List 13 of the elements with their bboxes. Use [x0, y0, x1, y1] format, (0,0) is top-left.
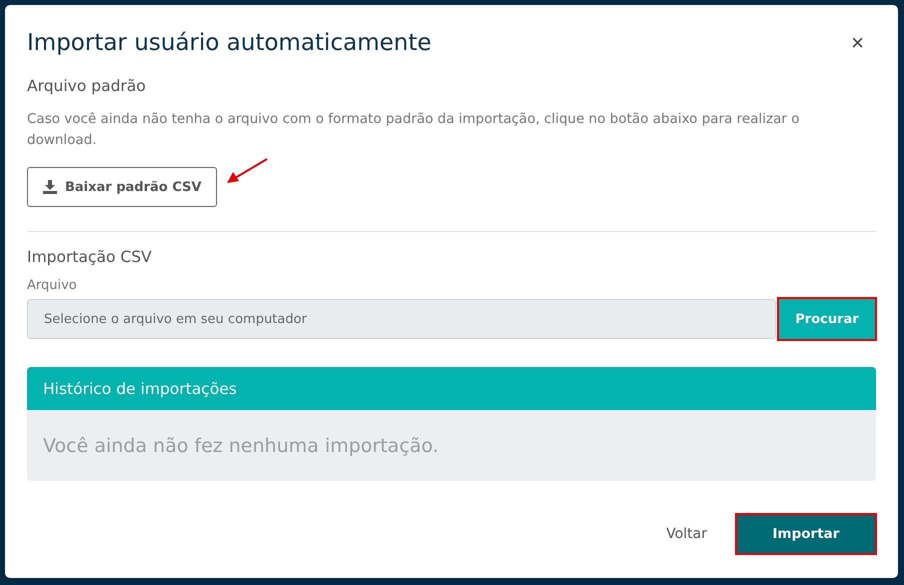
section-heading: Arquivo padrão — [27, 77, 147, 95]
field-label: Arquivo — [27, 278, 78, 293]
section-heading: Importação CSV — [27, 248, 153, 266]
file-field[interactable]: Selecione o arquivo em seu computador — [27, 299, 776, 339]
back-button[interactable]: Voltar — [660, 525, 713, 543]
dialog-title: Importar usuário automaticamente — [27, 30, 432, 56]
description-text: Caso você ainda não tenha o arquivo com o formato padrão da importação, clique no botão abaixo para realizar o download. — [27, 110, 800, 150]
empty-message: Você ainda não fez nenhuma importação. — [43, 434, 439, 456]
import-button[interactable]: Importar — [737, 515, 875, 553]
panel-header: Histórico de importações — [27, 367, 876, 410]
download-icon — [43, 180, 57, 194]
download-button[interactable]: Baixar padrão CSV — [27, 167, 218, 207]
close-button[interactable]: × — [843, 30, 872, 56]
